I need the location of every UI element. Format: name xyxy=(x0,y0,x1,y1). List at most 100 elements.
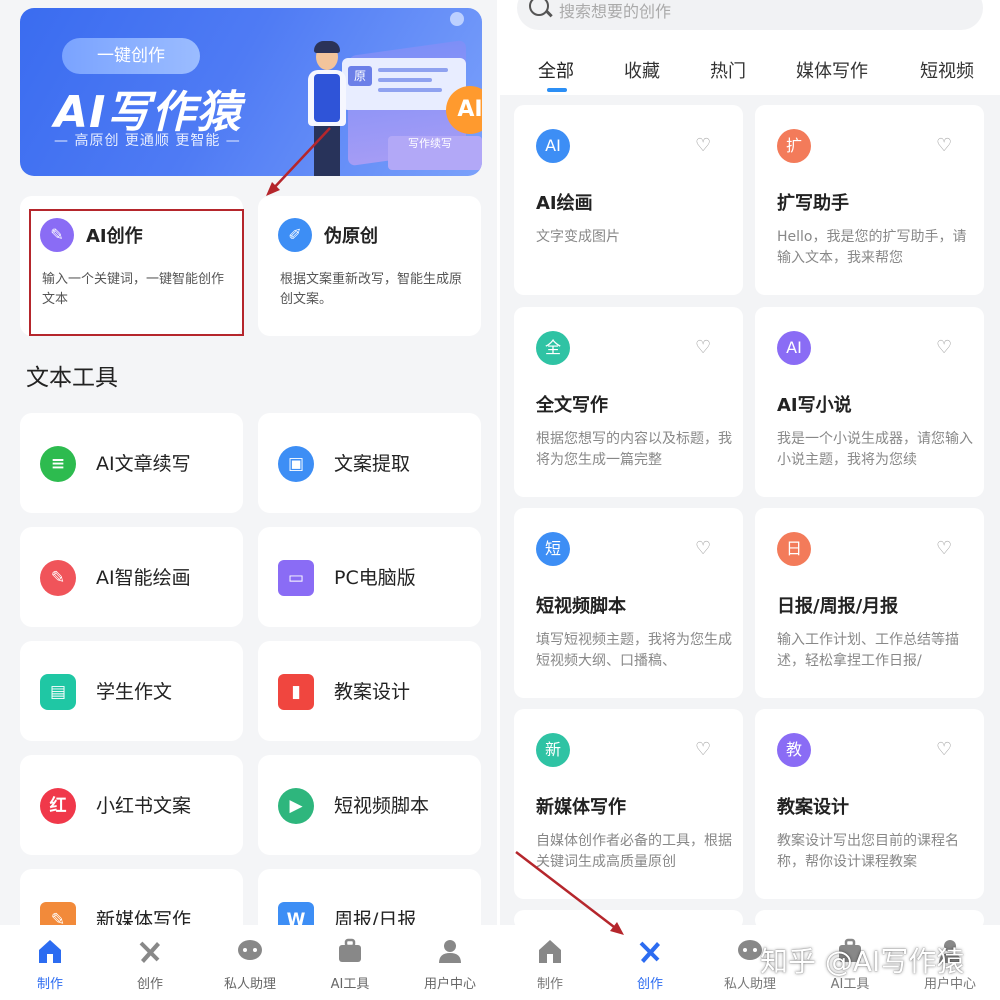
tool-student-essay[interactable]: ▤ 学生作文 xyxy=(20,641,243,741)
tool-ai-continue[interactable]: ≡ AI文章续写 xyxy=(20,413,243,513)
tool-xiaohongshu[interactable]: 红 小红书文案 xyxy=(20,755,243,855)
card-desc: 根据您想写的内容以及标题，我将为您生成一篇完整 xyxy=(536,431,732,468)
tool-label: 学生作文 xyxy=(96,681,173,703)
heart-icon[interactable]: ♡ xyxy=(936,741,954,759)
heart-icon[interactable]: ♡ xyxy=(695,540,713,558)
card-title: 日报/周报/月报 xyxy=(777,596,899,617)
nav-item-make[interactable]: 制作 xyxy=(500,925,600,1000)
card-desc: 文字变成图片 xyxy=(536,229,620,245)
original-badge: 原 xyxy=(348,66,372,86)
tool-ai-paint[interactable]: ✎ AI智能绘画 xyxy=(20,527,243,627)
doc-icon: ≡ xyxy=(40,446,76,482)
edit-icon: ✐ xyxy=(278,218,312,252)
extract-icon: ▣ xyxy=(278,446,314,482)
heart-icon[interactable]: ♡ xyxy=(936,339,954,357)
card-desc: 输入工作计划、工作总结等描述，轻松拿捏工作日报/ xyxy=(777,632,959,669)
card-title: 新媒体写作 xyxy=(536,797,626,818)
tool-label: AI文章续写 xyxy=(96,453,191,475)
tool-label: 文案提取 xyxy=(334,453,411,475)
nav-item-ai-tools[interactable]: AI工具 xyxy=(300,925,400,1000)
tool-short-video[interactable]: ▶ 短视频脚本 xyxy=(258,755,481,855)
card-badge: 新 xyxy=(536,733,570,767)
search-bar[interactable]: 搜索想要的创作 xyxy=(517,0,983,30)
nav-item-create[interactable]: 创作 xyxy=(100,925,200,1000)
heart-icon[interactable]: ♡ xyxy=(695,741,713,759)
tool-label: 教案设计 xyxy=(334,681,411,703)
tool-extract[interactable]: ▣ 文案提取 xyxy=(258,413,481,513)
card-badge: AI xyxy=(777,331,811,365)
heart-icon[interactable]: ♡ xyxy=(695,339,713,357)
person-illustration xyxy=(304,41,350,176)
heart-icon[interactable]: ♡ xyxy=(936,137,954,155)
tool-label: 小红书文案 xyxy=(96,795,192,817)
section-title: 文本工具 xyxy=(26,365,118,391)
nav-label: 创作 xyxy=(636,977,663,992)
tab-favorites[interactable]: 收藏 xyxy=(624,57,660,83)
card-title: 全文写作 xyxy=(536,395,608,416)
creation-card[interactable]: 全 ♡ 全文写作 根据您想写的内容以及标题，我将为您生成一篇完整 xyxy=(514,307,743,497)
create-icon xyxy=(139,941,160,963)
watermark: 知乎 @AI写作猿 xyxy=(760,945,965,978)
creation-card[interactable]: AI ♡ AI写小说 我是一个小说生成器，请您输入小说主题，我将为您续 xyxy=(755,307,984,497)
card-title: AI写小说 xyxy=(777,395,852,416)
card-badge: 扩 xyxy=(777,129,811,163)
nav-item-make[interactable]: 制作 xyxy=(0,925,100,1000)
home-icon xyxy=(539,940,561,963)
tab-media-writing[interactable]: 媒体写作 xyxy=(796,57,868,83)
tool-label: AI智能绘画 xyxy=(96,567,191,589)
creation-card[interactable]: 日 ♡ 日报/周报/月报 输入工作计划、工作总结等描述，轻松拿捏工作日报/ xyxy=(755,508,984,698)
banner-subtitle: — 高原创 更通顺 更智能 — xyxy=(54,133,241,149)
creation-card[interactable]: 新 ♡ 新媒体写作 自媒体创作者必备的工具，根据关键词生成高质量原创 xyxy=(514,709,743,899)
tab-hot[interactable]: 热门 xyxy=(710,57,746,83)
video-icon: ▶ xyxy=(278,788,314,824)
card-badge: 全 xyxy=(536,331,570,365)
essay-icon: ▤ xyxy=(40,674,76,710)
tab-all[interactable]: 全部 xyxy=(538,57,574,83)
creation-card[interactable]: AI ♡ AI绘画 文字变成图片 xyxy=(514,105,743,295)
create-icon xyxy=(639,941,660,963)
card-title: 扩写助手 xyxy=(777,193,849,214)
nav-item-user[interactable]: 用户中心 xyxy=(400,925,500,1000)
card-title: 短视频脚本 xyxy=(536,596,626,617)
card-title: AI绘画 xyxy=(536,193,593,214)
promo-banner[interactable]: 一键创作 AI写作猿 — 高原创 更通顺 更智能 — 原 写作续写 AI xyxy=(20,8,482,176)
tab-short-video[interactable]: 短视频 xyxy=(920,57,974,83)
nav-label: 创作 xyxy=(136,977,163,992)
xiaohongshu-icon: 红 xyxy=(40,788,76,824)
home-icon xyxy=(39,940,61,963)
heart-icon[interactable]: ♡ xyxy=(936,540,954,558)
creation-card[interactable]: 短 ♡ 短视频脚本 填写短视频主题，我将为您生成短视频大纲、口播稿、 xyxy=(514,508,743,698)
creation-card[interactable]: 教 ♡ 教案设计 教案设计写出您目前的课程名称，帮你设计课程教案 xyxy=(755,709,984,899)
nav-label: 私人助理 xyxy=(223,977,276,992)
card-title: 教案设计 xyxy=(777,797,849,818)
feature-desc: 根据文案重新改写，智能生成原创文案。 xyxy=(280,272,463,307)
search-icon xyxy=(529,0,549,16)
laptop-icon: ▭ xyxy=(278,560,314,596)
tool-label: 短视频脚本 xyxy=(334,795,430,817)
nav-label: 用户中心 xyxy=(423,977,476,992)
feature-title: 伪原创 xyxy=(324,226,378,247)
card-desc: 自媒体创作者必备的工具，根据关键词生成高质量原创 xyxy=(536,833,732,870)
palette-icon: ✎ xyxy=(40,560,76,596)
creation-card[interactable]: 扩 ♡ 扩写助手 Hello，我是您的扩写助手，请输入文本，我来帮您 xyxy=(755,105,984,295)
left-panel: 一键创作 AI写作猿 — 高原创 更通顺 更智能 — 原 写作续写 AI ✎ A… xyxy=(0,0,500,1000)
heart-icon[interactable]: ♡ xyxy=(695,137,713,155)
user-icon xyxy=(439,940,461,963)
nav-item-create[interactable]: 创作 xyxy=(600,925,700,1000)
card-desc: 我是一个小说生成器，请您输入小说主题，我将为您续 xyxy=(777,431,973,468)
tool-pc[interactable]: ▭ PC电脑版 xyxy=(258,527,481,627)
card-badge: 教 xyxy=(777,733,811,767)
toolbox-icon xyxy=(339,938,361,962)
feature-card-rewrite[interactable]: ✐ 伪原创 根据文案重新改写，智能生成原创文案。 xyxy=(258,196,481,336)
card-badge: 短 xyxy=(536,532,570,566)
continue-writing-card: 写作续写 xyxy=(388,136,482,170)
nav-label: 制作 xyxy=(536,977,563,992)
nav-label: AI工具 xyxy=(330,977,370,992)
screenshot-root: 一键创作 AI写作猿 — 高原创 更通顺 更智能 — 原 写作续写 AI ✎ A… xyxy=(0,0,1000,1000)
tool-label: PC电脑版 xyxy=(334,567,416,589)
nav-item-assistant[interactable]: 私人助理 xyxy=(200,925,300,1000)
search-placeholder: 搜索想要的创作 xyxy=(559,2,672,21)
tool-lesson-plan[interactable]: ▮ 教案设计 xyxy=(258,641,481,741)
nav-label: 制作 xyxy=(36,977,63,992)
card-desc: Hello，我是您的扩写助手，请输入文本，我来帮您 xyxy=(777,229,967,266)
